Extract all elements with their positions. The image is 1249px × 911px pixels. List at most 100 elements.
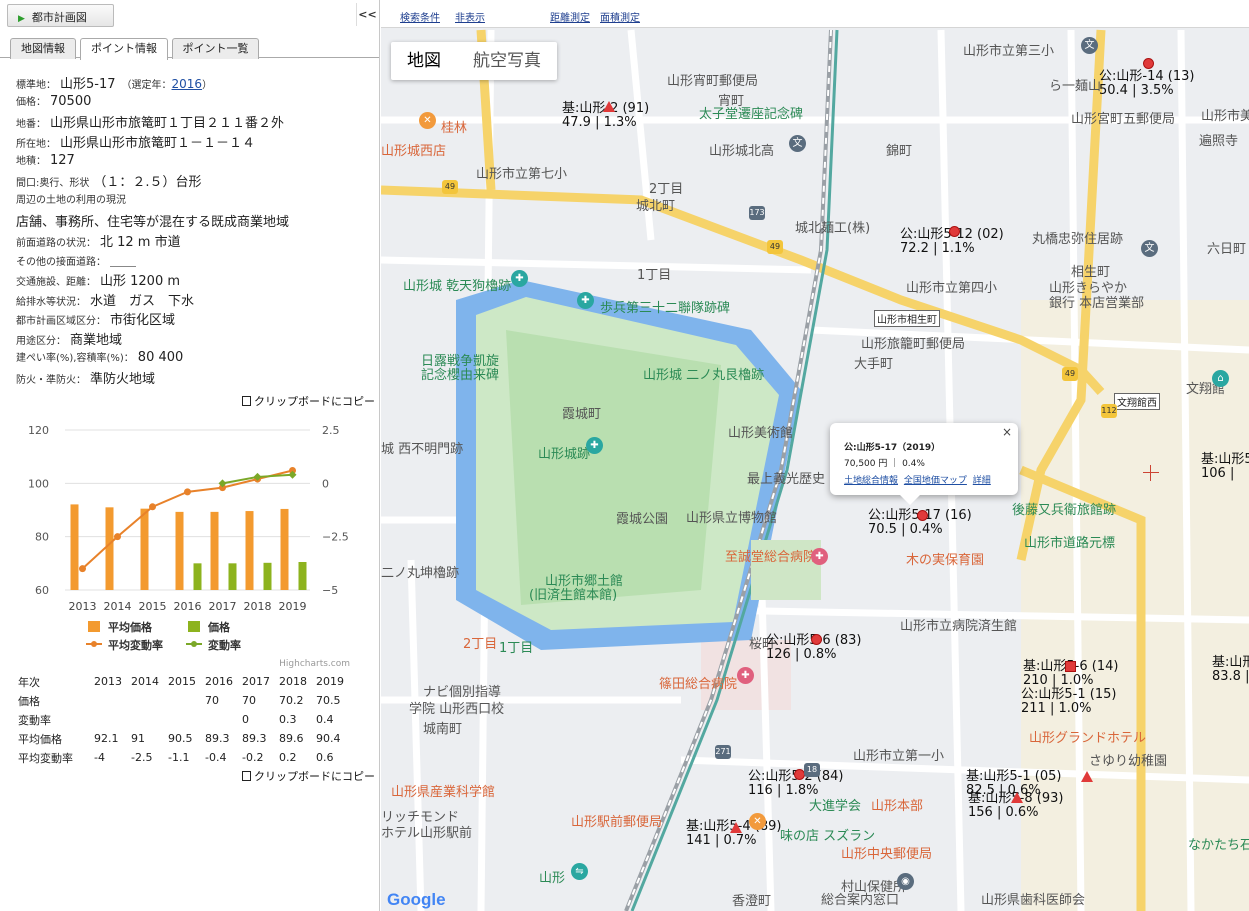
place-label[interactable]: 丸橋忠弥住居跡: [1032, 228, 1123, 247]
place-label[interactable]: 香澄町: [732, 890, 771, 909]
price-marker[interactable]: 公:山形5-1 (15) 211 | 1.0%: [1021, 688, 1116, 716]
place-label[interactable]: 二ノ丸坤櫓跡: [381, 562, 459, 581]
landmark-icon[interactable]: ✚: [586, 437, 603, 454]
school-icon[interactable]: 文: [1141, 240, 1158, 257]
place-label[interactable]: 城北町: [636, 195, 675, 214]
place-label[interactable]: 山形宵町郵便局: [667, 70, 758, 89]
tab-point-info[interactable]: ポイント情報: [80, 38, 168, 60]
place-label[interactable]: 太子堂遷座記念碑: [699, 103, 803, 122]
popup-link-detail[interactable]: 詳細: [973, 476, 991, 486]
landmark-icon[interactable]: ✚: [577, 292, 594, 309]
place-label[interactable]: 味の店 スズラン: [780, 825, 875, 844]
public-marker-icon[interactable]: [917, 510, 928, 521]
place-label[interactable]: 山形城跡: [538, 443, 590, 462]
copy-clipboard-link-top[interactable]: クリップボードにコピー: [242, 393, 375, 409]
city-plan-button[interactable]: ▶ 都市計画図: [7, 4, 114, 27]
place-label[interactable]: 山形城北高: [709, 140, 774, 159]
benchmark-marker-icon[interactable]: [1081, 771, 1093, 782]
place-label[interactable]: 山形旅籠町郵便局: [861, 333, 965, 352]
place-label[interactable]: 城南町: [423, 718, 462, 737]
public-marker-icon[interactable]: [811, 634, 822, 645]
area-measure-link[interactable]: 面積測定: [600, 9, 640, 24]
place-label[interactable]: 山形県産業科学館: [391, 781, 495, 800]
place-label[interactable]: さゆり幼稚園: [1089, 750, 1167, 769]
place-label[interactable]: 歩兵第三十二聯隊跡碑: [600, 297, 730, 316]
place-label[interactable]: (旧済生館本館): [529, 584, 617, 603]
hospital-icon[interactable]: ✚: [811, 548, 828, 565]
place-label[interactable]: 山形市道路元標: [1024, 532, 1115, 551]
copy-clipboard-link-bottom[interactable]: クリップボードにコピー: [242, 768, 375, 784]
location-icon[interactable]: ◉: [897, 873, 914, 890]
place-label[interactable]: 六日町: [1207, 238, 1246, 257]
hospital-icon[interactable]: ✚: [737, 667, 754, 684]
place-label[interactable]: 2丁目: [463, 633, 497, 652]
public-marker-icon[interactable]: [949, 226, 960, 237]
place-label[interactable]: 山形宮町五郵便局: [1071, 108, 1175, 127]
place-label[interactable]: 山形市立第一小: [853, 745, 944, 764]
popup-link-land-info[interactable]: 土地総合情報: [844, 476, 898, 486]
public-marker-icon[interactable]: [1143, 58, 1154, 69]
place-label[interactable]: 篠田総合病院: [659, 673, 737, 692]
place-label[interactable]: 霞城公園: [616, 508, 668, 527]
map-panel[interactable]: 検索条件 非表示 距離測定 面積測定 地図 航空写真 山形市立第三小 ら一麺山 山形…: [381, 0, 1249, 911]
place-label[interactable]: 城 西不明門跡: [381, 438, 463, 457]
place-label[interactable]: 山形県歯科医師会: [981, 889, 1085, 908]
place-label[interactable]: 記念櫻由来碑: [421, 364, 499, 383]
place-label[interactable]: 山形駅前郵便局: [571, 811, 662, 830]
restaurant-icon[interactable]: ✕: [749, 813, 766, 830]
place-label[interactable]: 山形城西店: [381, 140, 446, 159]
benchmark-marker-icon[interactable]: [603, 101, 615, 112]
price-marker[interactable]: 公:山形-14 (13) 50.4 | 3.5%: [1099, 70, 1194, 98]
year-link[interactable]: 2016: [172, 77, 203, 91]
place-label[interactable]: 1丁目: [637, 264, 671, 283]
place-label[interactable]: 山形市美容: [1201, 105, 1249, 124]
place-label[interactable]: 霞城町: [562, 403, 601, 422]
place-label[interactable]: 山形中央郵便局: [841, 843, 932, 862]
place-label[interactable]: 至誠堂総合病院: [725, 546, 816, 565]
collapse-panel-button[interactable]: <<: [356, 3, 378, 26]
hide-link[interactable]: 非表示: [455, 9, 485, 24]
place-label[interactable]: 山形市立第四小: [906, 277, 997, 296]
price-marker[interactable]: 基:山形5 106 |: [1201, 453, 1249, 481]
school-icon[interactable]: 文: [1081, 37, 1098, 54]
tab-point-list[interactable]: ポイント一覧: [172, 38, 259, 59]
place-label[interactable]: 銀行 本店営業部: [1049, 292, 1144, 311]
map-type-satellite[interactable]: 航空写真: [457, 42, 557, 80]
search-conditions-link[interactable]: 検索条件: [400, 9, 440, 24]
place-label[interactable]: 総合案内窓口: [821, 889, 899, 908]
place-label[interactable]: 学院 山形西口校: [409, 698, 504, 717]
square-marker-icon[interactable]: [1065, 661, 1076, 672]
benchmark-marker-icon[interactable]: [730, 822, 742, 833]
place-label[interactable]: ホテル山形駅前: [381, 822, 472, 841]
tab-map-info[interactable]: 地図情報: [10, 38, 76, 59]
popup-link-price-map[interactable]: 全国地価マップ: [904, 476, 967, 486]
place-label[interactable]: 山形県立博物館: [686, 507, 777, 526]
place-label[interactable]: 錦町: [886, 140, 912, 159]
place-label[interactable]: 山形美術館: [728, 422, 793, 441]
benchmark-marker-icon[interactable]: [1011, 792, 1023, 803]
school-icon[interactable]: 文: [789, 135, 806, 152]
distance-measure-link[interactable]: 距離測定: [550, 9, 590, 24]
place-label[interactable]: 山形本部: [871, 795, 923, 814]
place-label[interactable]: 山形市立第三小: [963, 40, 1054, 59]
place-label[interactable]: 木の実保育園: [906, 549, 984, 568]
place-label[interactable]: 山形グランドホテル: [1029, 727, 1146, 746]
place-label[interactable]: 桂林: [441, 117, 467, 136]
place-label[interactable]: ら一麺山: [1049, 75, 1101, 94]
place-label[interactable]: 山形: [539, 867, 565, 886]
landmark-icon[interactable]: ✚: [511, 270, 528, 287]
place-label[interactable]: 遍照寺: [1199, 130, 1238, 149]
place-label[interactable]: 最上義光歴史: [747, 468, 825, 487]
restaurant-icon[interactable]: ✕: [419, 112, 436, 129]
place-label[interactable]: 後藤又兵衛旅館跡: [1012, 499, 1116, 518]
place-label[interactable]: 山形城 二ノ丸艮櫓跡: [643, 364, 764, 383]
place-label[interactable]: なかたち石: [1188, 834, 1249, 853]
place-label[interactable]: 山形市立病院済生館: [900, 615, 1017, 634]
place-label[interactable]: 山形城 乾天狗櫓跡: [403, 275, 511, 294]
place-label[interactable]: 大手町: [854, 353, 893, 372]
place-label[interactable]: 1丁目: [499, 637, 533, 656]
price-marker[interactable]: 基:山形583.8 |: [1212, 656, 1249, 684]
popup-close-icon[interactable]: ×: [1002, 425, 1012, 439]
place-label[interactable]: 山形市立第七小: [476, 163, 567, 182]
museum-icon[interactable]: ⌂: [1212, 370, 1229, 387]
